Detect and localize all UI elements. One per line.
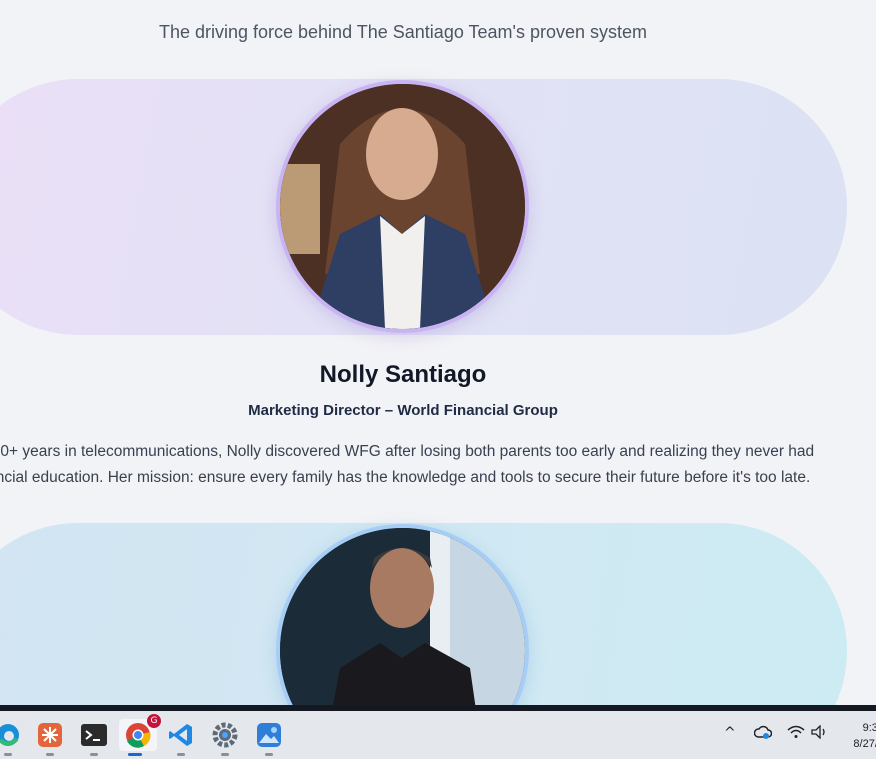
claude-icon[interactable]: [34, 719, 66, 756]
vscode-icon[interactable]: [165, 719, 197, 756]
chrome-icon[interactable]: G: [119, 714, 161, 756]
profile-role: Marketing Director – World Financial Gro…: [248, 402, 558, 419]
profile-bio-line: ncial education. Her mission: ensure eve…: [0, 469, 811, 486]
cloud-sync-icon[interactable]: [753, 725, 773, 745]
chrome-badge: G: [147, 714, 161, 728]
clock-time: 9:37: [862, 722, 876, 734]
chevron-up-icon[interactable]: ^: [724, 725, 736, 741]
clock-date: 8/27/2: [853, 738, 876, 750]
system-clock[interactable]: 9:37 8/27/2: [844, 720, 876, 752]
profile-photo-second: [276, 524, 529, 705]
section-subtitle: The driving force behind The Santiago Te…: [158, 22, 648, 42]
profile-bio-line: 20+ years in telecommunications, Nolly d…: [0, 443, 815, 460]
volume-icon[interactable]: [811, 724, 829, 743]
photos-icon[interactable]: [253, 719, 285, 756]
taskbar: G ^ 9:37 8/27/2: [0, 711, 876, 759]
page: The driving force behind The Santiago Te…: [0, 0, 876, 705]
wifi-icon[interactable]: [787, 725, 805, 743]
profile-name: Nolly Santiago: [319, 361, 487, 388]
terminal-icon[interactable]: [78, 719, 110, 756]
profile-bio: 20+ years in telecommunications, Nolly d…: [0, 439, 856, 491]
profile-photo-nolly: [276, 80, 529, 333]
edge-icon[interactable]: [0, 719, 24, 756]
settings-icon[interactable]: [209, 719, 241, 756]
